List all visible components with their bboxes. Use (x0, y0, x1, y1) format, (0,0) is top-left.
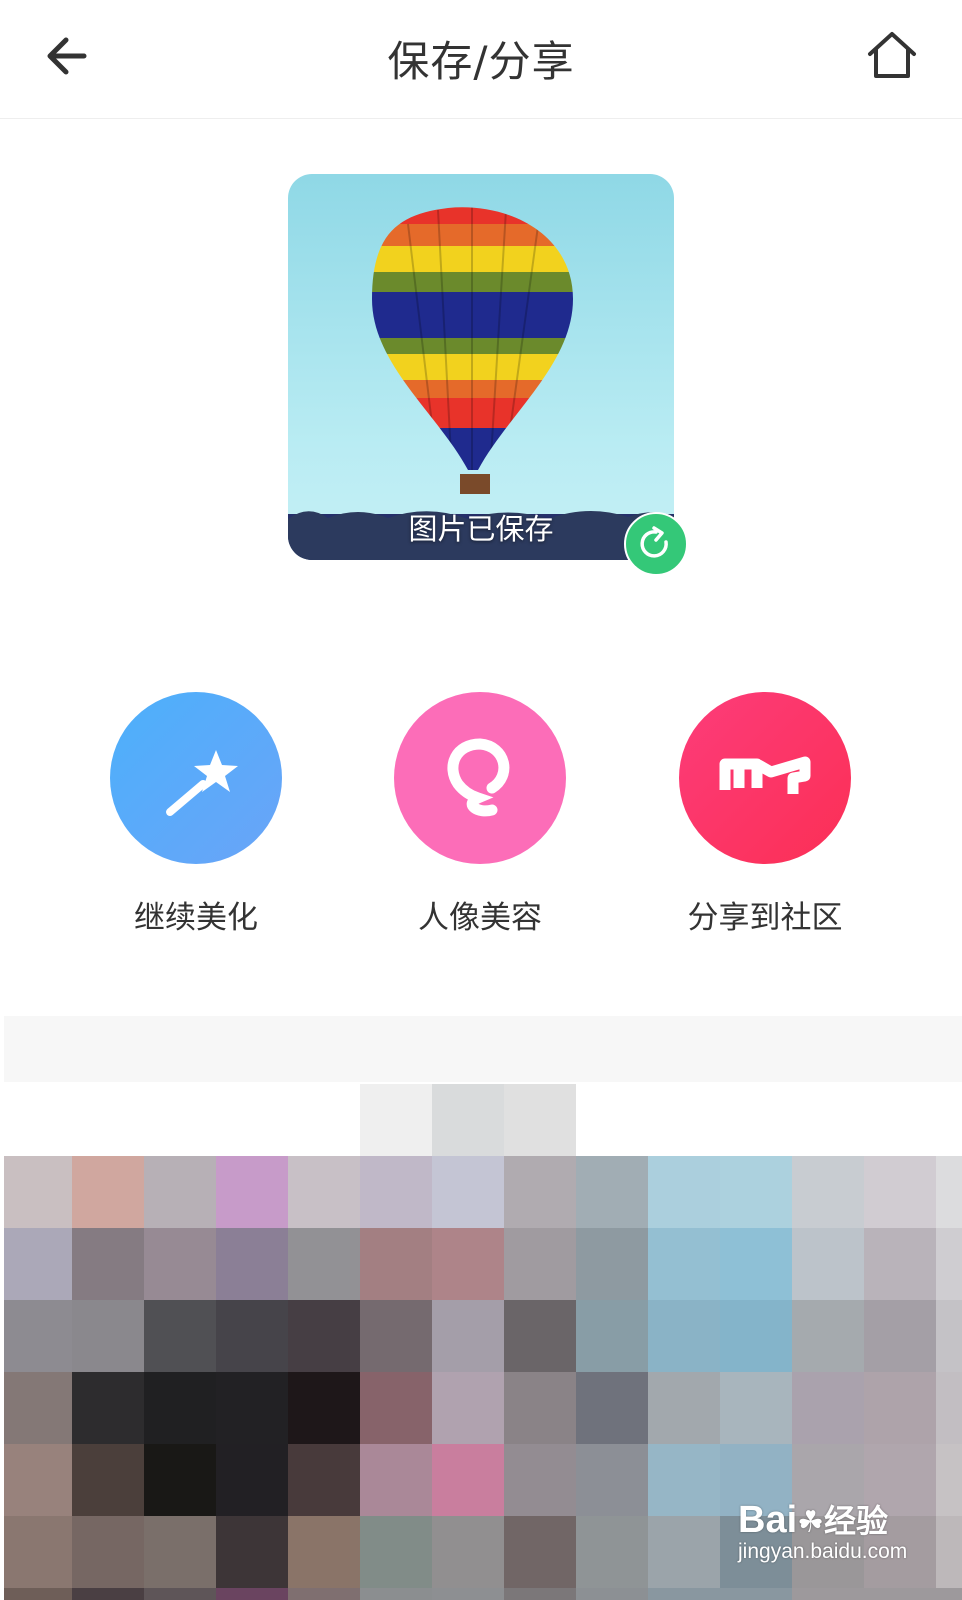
action-continue-beautify[interactable]: 继续美化 (96, 692, 296, 937)
home-icon (868, 32, 916, 78)
share-community-label: 分享到社区 (687, 900, 843, 936)
watermark-brand: Bai (738, 1499, 798, 1541)
image-saved-label: 图片已保存 (408, 512, 554, 546)
face-outline-icon (447, 738, 510, 817)
portrait-beauty-label: 人像美容 (418, 900, 542, 936)
watermark-url: jingyan.baidu.com (738, 1540, 908, 1563)
share-community-circle (679, 692, 851, 864)
section-divider (4, 1016, 962, 1082)
hot-air-balloon-image (288, 207, 674, 560)
paw-icon: ☘ (797, 1506, 825, 1539)
meitu-logo-icon (719, 756, 811, 794)
baidu-jingyan-watermark: Bai☘经验 jingyan.baidu.com (738, 1496, 907, 1564)
action-share-community[interactable]: 分享到社区 (665, 692, 865, 937)
watermark-brand-cn: 经验 (824, 1503, 889, 1539)
continue-beautify-label: 继续美化 (134, 900, 258, 936)
portrait-beauty-circle (394, 692, 566, 864)
share-arrow-icon (640, 526, 668, 558)
share-badge-button[interactable] (624, 512, 688, 576)
magic-wand-icon (166, 750, 238, 816)
top-bar: 保存/分享 (0, 0, 962, 119)
page-title: 保存/分享 (387, 37, 575, 86)
home-button[interactable] (862, 26, 922, 86)
continue-beautify-circle (110, 692, 282, 864)
saved-image-preview[interactable]: 图片已保存 (288, 174, 674, 560)
action-portrait-beauty[interactable]: 人像美容 (380, 692, 580, 937)
